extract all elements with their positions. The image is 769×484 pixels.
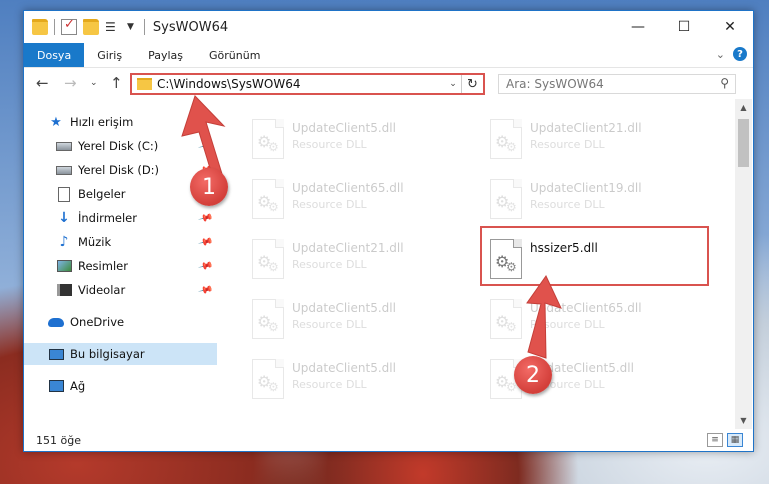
arrow-1 [181,95,226,179]
step-badge-1: 1 [190,168,228,206]
arrow-2 [526,275,562,359]
step-badge-2: 2 [514,356,552,394]
annotation-arrows [181,95,562,359]
